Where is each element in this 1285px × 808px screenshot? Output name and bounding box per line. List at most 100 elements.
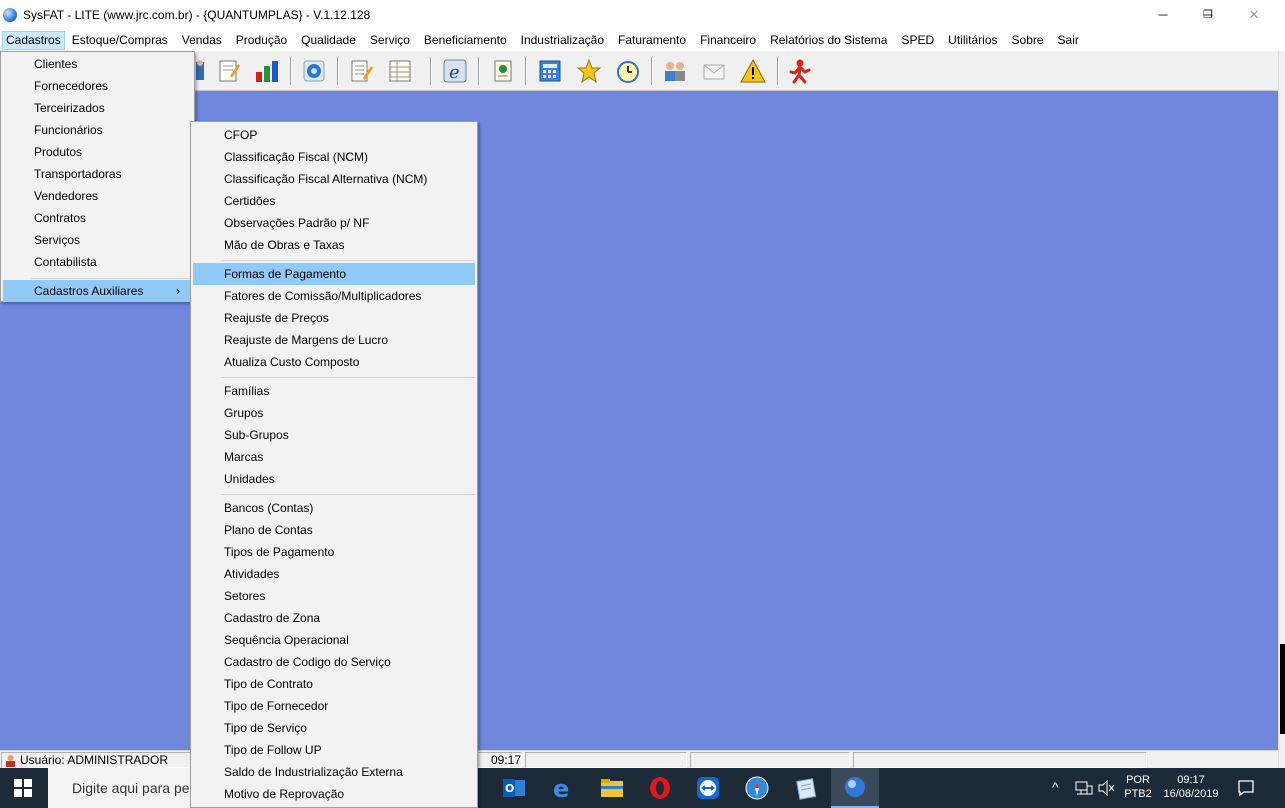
menu-item-plano-de-contas[interactable]: Plano de Contas — [191, 519, 477, 541]
menu-item-observacoes-padrao[interactable]: Observações Padrão p/ NF — [191, 212, 477, 234]
clock-icon[interactable] — [613, 56, 643, 86]
taskbar-search-input[interactable]: Digite aqui para pesquisar — [48, 768, 235, 808]
table-icon[interactable] — [385, 56, 415, 86]
restore-button[interactable]: ❐ — [1193, 4, 1223, 26]
file-explorer-icon[interactable] — [588, 768, 636, 808]
taskbar-clock[interactable]: 09:17 16/08/2019 — [1158, 773, 1224, 801]
language-indicator[interactable]: POR PTB2 — [1122, 773, 1154, 801]
document-icon[interactable] — [214, 56, 244, 86]
menu-item-transportadoras[interactable]: Transportadoras — [1, 163, 194, 185]
menu-item-cadastro-de-zona[interactable]: Cadastro de Zona — [191, 607, 477, 629]
menu-item-unidades[interactable]: Unidades — [191, 468, 477, 490]
menu-item-tipo-de-contrato[interactable]: Tipo de Contrato — [191, 673, 477, 695]
menu-sair[interactable]: Sair — [1051, 31, 1086, 50]
mail-icon[interactable] — [699, 56, 729, 86]
menu-item-atividades[interactable]: Atividades — [191, 563, 477, 585]
menu-item-fatores-comissao[interactable]: Fatores de Comissão/Multiplicadores — [191, 285, 477, 307]
gear-globe-icon[interactable] — [299, 56, 329, 86]
tray-chevron-icon[interactable]: ^ — [1052, 780, 1059, 794]
menu-item-bancos[interactable]: Bancos (Contas) — [191, 497, 477, 519]
menu-item-tipo-de-servico[interactable]: Tipo de Serviço — [191, 717, 477, 739]
menu-item-produtos[interactable]: Produtos — [1, 141, 194, 163]
menu-item-contabilista[interactable]: Contabilista — [1, 251, 194, 273]
menu-industrializacao[interactable]: Industrialização — [514, 31, 611, 50]
minimize-button-visible[interactable]: ─ — [1148, 4, 1178, 26]
menu-item-codigo-do-servico[interactable]: Cadastro de Codigo do Serviço — [191, 651, 477, 673]
close-button[interactable]: ✕ — [1239, 4, 1269, 26]
menu-item-clientes[interactable]: Clientes — [1, 53, 194, 75]
menu-item-certidoes[interactable]: Certidões — [191, 190, 477, 212]
menu-item-atualiza-custo[interactable]: Atualiza Custo Composto — [191, 351, 477, 373]
calculator-icon[interactable] — [535, 56, 565, 86]
star-icon[interactable] — [574, 56, 604, 86]
menu-item-motivo-de-reprovacao[interactable]: Motivo de Reprovação — [191, 783, 477, 805]
menu-sobre[interactable]: Sobre — [1005, 31, 1051, 50]
menu-sped[interactable]: SPED — [894, 31, 941, 50]
sysfat-app-icon[interactable] — [831, 768, 879, 808]
exit-person-icon[interactable] — [785, 56, 815, 86]
menu-item-contratos[interactable]: Contratos — [1, 207, 194, 229]
menu-item-tipo-de-follow-up[interactable]: Tipo de Follow UP — [191, 739, 477, 761]
outlook-icon[interactable]: O — [490, 768, 538, 808]
menu-item-fornecedores[interactable]: Fornecedores — [1, 75, 194, 97]
menu-item-sequencia-operacional[interactable]: Sequência Operacional — [191, 629, 477, 651]
start-button[interactable] — [0, 768, 46, 808]
teamviewer-icon[interactable] — [684, 768, 732, 808]
warning-icon[interactable] — [738, 56, 768, 86]
menu-separator — [221, 260, 475, 261]
menu-utilitarios[interactable]: Utilitários — [941, 31, 1004, 50]
app-globe-icon — [3, 8, 17, 22]
bar-chart-icon[interactable] — [253, 56, 283, 86]
menu-item-cadastros-auxiliares[interactable]: Cadastros Auxiliares › — [3, 280, 190, 302]
menu-item-tipo-de-fornecedor[interactable]: Tipo de Fornecedor — [191, 695, 477, 717]
clock-date: 16/08/2019 — [1163, 788, 1219, 800]
menu-vendas[interactable]: Vendas — [175, 31, 229, 50]
users-icon[interactable] — [660, 56, 690, 86]
menu-item-marcas[interactable]: Marcas — [191, 446, 477, 468]
menu-relatorios[interactable]: Relatórios do Sistema — [763, 31, 894, 50]
language-code: POR — [1126, 774, 1150, 786]
notifications-icon[interactable] — [1237, 779, 1255, 797]
menu-servico[interactable]: Serviço — [363, 31, 417, 50]
menu-item-reajuste-margens[interactable]: Reajuste de Margens de Lucro — [191, 329, 477, 351]
windows-logo-icon — [14, 779, 32, 797]
safari-icon[interactable] — [733, 768, 781, 808]
opera-icon[interactable] — [636, 768, 684, 808]
edge-icon[interactable]: e — [539, 768, 587, 808]
speaker-muted-icon[interactable] — [1098, 780, 1116, 796]
menu-item-classificacao-fiscal[interactable]: Classificação Fiscal (NCM) — [191, 146, 477, 168]
menu-item-familias[interactable]: Famílias — [191, 380, 477, 402]
scrollbar-thumb[interactable] — [1280, 644, 1285, 734]
menu-item-tipos-de-pagamento[interactable]: Tipos de Pagamento — [191, 541, 477, 563]
certificate-icon[interactable] — [488, 56, 518, 86]
menu-item-grupos[interactable]: Grupos — [191, 402, 477, 424]
menu-separator — [221, 494, 475, 495]
menu-item-classificacao-alternativa[interactable]: Classificação Fiscal Alternativa (NCM) — [191, 168, 477, 190]
menu-item-cfop[interactable]: CFOP — [191, 124, 477, 146]
menu-item-funcionarios[interactable]: Funcionários — [1, 119, 194, 141]
menu-estoque-compras[interactable]: Estoque/Compras — [65, 31, 175, 50]
keyboard-layout: PTB2 — [1124, 788, 1152, 800]
menu-item-terceirizados[interactable]: Terceirizados — [1, 97, 194, 119]
e-document-icon[interactable]: e — [440, 56, 470, 86]
menu-cadastros[interactable]: Cadastros — [2, 31, 65, 50]
menu-item-setores[interactable]: Setores — [191, 585, 477, 607]
right-scrollbar[interactable] — [1278, 51, 1285, 768]
status-panel-5 — [853, 752, 1147, 768]
menu-item-formas-de-pagamento[interactable]: Formas de Pagamento — [193, 263, 475, 285]
menu-bar: Cadastros Estoque/Compras Vendas Produçã… — [0, 30, 1285, 51]
menu-item-vendedores[interactable]: Vendedores — [1, 185, 194, 207]
menu-financeiro[interactable]: Financeiro — [693, 31, 763, 50]
menu-producao[interactable]: Produção — [229, 31, 294, 50]
menu-item-mao-de-obras[interactable]: Mão de Obras e Taxas — [191, 234, 477, 256]
notepad-icon[interactable] — [346, 56, 376, 86]
menu-item-saldo-industrializacao[interactable]: Saldo de Industrialização Externa — [191, 761, 477, 783]
menu-item-reajuste-precos[interactable]: Reajuste de Preços — [191, 307, 477, 329]
menu-beneficiamento[interactable]: Beneficiamento — [417, 31, 514, 50]
network-icon[interactable] — [1075, 780, 1093, 796]
menu-item-servicos[interactable]: Serviços — [1, 229, 194, 251]
menu-faturamento[interactable]: Faturamento — [611, 31, 693, 50]
notepad-app-icon[interactable] — [782, 768, 830, 808]
menu-qualidade[interactable]: Qualidade — [294, 31, 363, 50]
menu-item-sub-grupos[interactable]: Sub-Grupos — [191, 424, 477, 446]
